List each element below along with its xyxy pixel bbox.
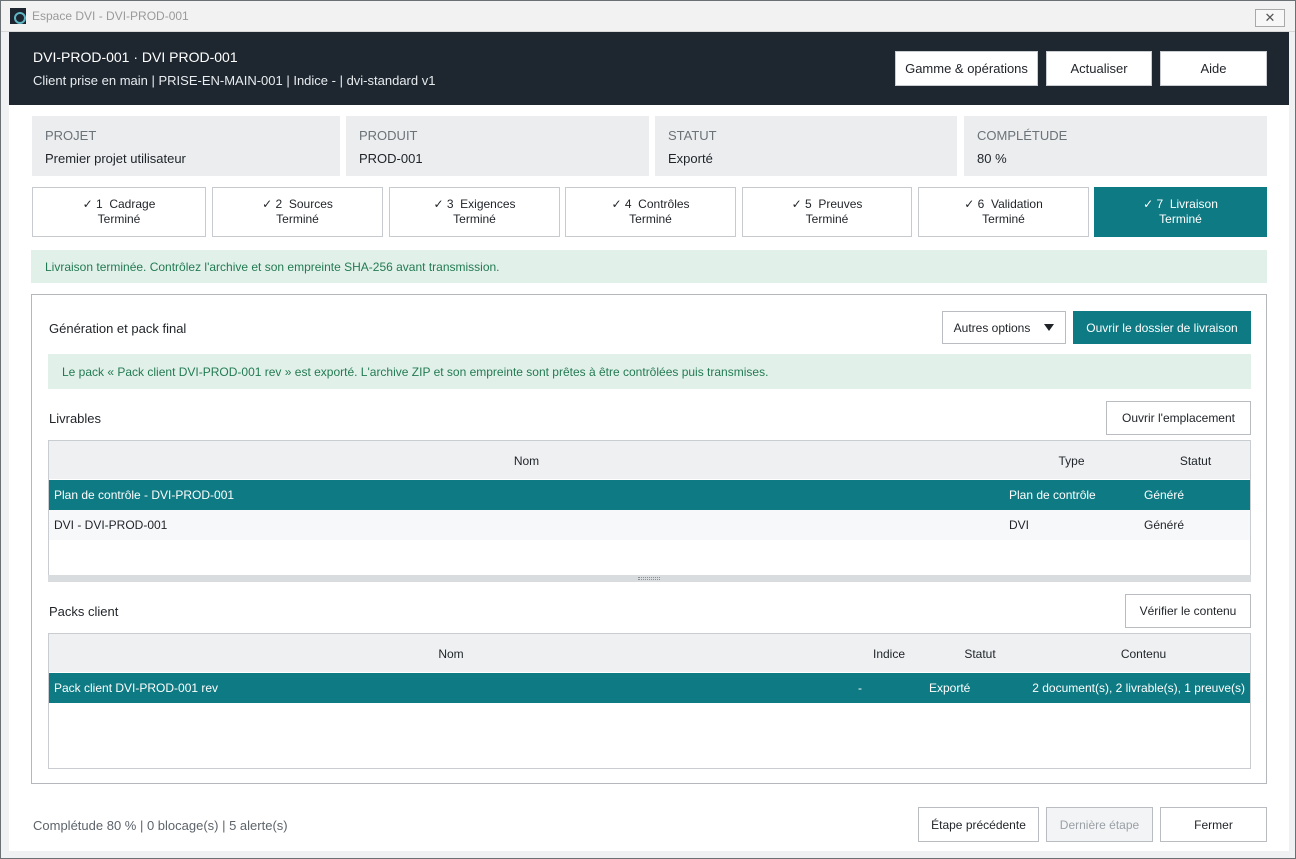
more-options-label: Autres options: [953, 320, 1031, 335]
table-row[interactable]: DVI - DVI-PROD-001 DVI Généré: [49, 510, 1250, 540]
cell-name: Plan de contrôle - DVI-PROD-001: [54, 488, 235, 502]
step-tab-cadrage[interactable]: ✓ 1 Cadrage Terminé: [32, 187, 206, 237]
column-header-index[interactable]: Indice: [853, 634, 925, 672]
column-header-status[interactable]: Statut: [925, 634, 1035, 672]
info-card-project: PROJET Premier projet utilisateur: [32, 116, 340, 176]
cell-status: Généré: [1144, 518, 1185, 532]
pack-status-message: Le pack « Pack client DVI-PROD-001 rev »…: [48, 354, 1251, 389]
verify-content-button[interactable]: Vérifier le contenu: [1125, 594, 1251, 628]
client-packs-table: Nom Indice Statut Contenu Pack client DV…: [48, 633, 1251, 769]
cell-status: Exporté: [929, 681, 971, 695]
close-window-button[interactable]: ✕: [1255, 9, 1285, 27]
table-header: Nom Indice Statut Contenu: [49, 634, 1250, 672]
cell-content: 2 document(s), 2 livrable(s), 1 preuve(s…: [1032, 681, 1245, 695]
info-value: Exporté: [668, 151, 713, 166]
info-value: Premier projet utilisateur: [45, 151, 186, 166]
step-tab-sources[interactable]: ✓ 2 Sources Terminé: [212, 187, 383, 237]
column-header-name[interactable]: Nom: [49, 634, 853, 672]
step-tab-controles[interactable]: ✓ 4 Contrôles Terminé: [565, 187, 736, 237]
table-row[interactable]: Pack client DVI-PROD-001 rev - Exporté 2…: [49, 673, 1250, 703]
cell-name: Pack client DVI-PROD-001 rev: [54, 681, 219, 695]
more-options-dropdown[interactable]: Autres options: [942, 311, 1066, 344]
step-status: Terminé: [982, 212, 1025, 226]
gamme-operations-button[interactable]: Gamme & opérations: [895, 51, 1038, 86]
cell-type: Plan de contrôle: [1009, 488, 1096, 502]
open-location-button[interactable]: Ouvrir l'emplacement: [1106, 401, 1251, 435]
step-status: Terminé: [629, 212, 672, 226]
step-tab-validation[interactable]: ✓ 6 Validation Terminé: [918, 187, 1089, 237]
footer-status: Complétude 80 % | 0 blocage(s) | 5 alert…: [33, 818, 288, 833]
step-tab-exigences[interactable]: ✓ 3 Exigences Terminé: [389, 187, 560, 237]
info-label: COMPLÉTUDE: [977, 128, 1068, 143]
step-status: Terminé: [453, 212, 496, 226]
info-value: 80 %: [977, 151, 1007, 166]
deliverables-title: Livrables: [49, 411, 102, 426]
column-header-type[interactable]: Type: [1004, 441, 1139, 479]
info-card-product: PRODUIT PROD-001: [346, 116, 649, 176]
header-subtitle: Client prise en main | PRISE-EN-MAIN-001…: [33, 73, 436, 88]
last-step-button[interactable]: Dernière étape: [1046, 807, 1153, 842]
step-title: ✓ 3 Exigences: [433, 197, 516, 211]
cell-name: DVI - DVI-PROD-001: [54, 518, 168, 532]
step-status: Terminé: [805, 212, 849, 226]
dvi-window: Espace DVI - DVI-PROD-001 ✕ DVI-PROD-001…: [0, 0, 1296, 859]
step-title: ✓ 4 Contrôles: [611, 197, 690, 211]
step-title: ✓ 5 Preuves: [791, 197, 863, 211]
info-label: STATUT: [668, 128, 717, 143]
info-card-status: STATUT Exporté: [655, 116, 957, 176]
project-header: DVI-PROD-001 · DVI PROD-001 Client prise…: [9, 32, 1289, 105]
app-logo-icon: [10, 8, 26, 24]
refresh-button[interactable]: Actualiser: [1046, 51, 1152, 86]
step-status: Terminé: [276, 212, 319, 226]
column-header-name[interactable]: Nom: [49, 441, 1004, 479]
cell-index: -: [858, 681, 862, 695]
column-header-status[interactable]: Statut: [1139, 441, 1250, 479]
caret-down-icon: [1044, 324, 1055, 331]
delivery-banner: Livraison terminée. Contrôlez l'archive …: [31, 250, 1267, 283]
client-packs-title: Packs client: [49, 604, 119, 619]
help-button[interactable]: Aide: [1160, 51, 1267, 86]
generation-panel: Génération et pack final Autres options …: [31, 294, 1267, 784]
step-status: Terminé: [97, 212, 141, 226]
cell-status: Généré: [1144, 488, 1185, 502]
title-bar: Espace DVI - DVI-PROD-001 ✕: [1, 1, 1295, 32]
split-handle[interactable]: [48, 575, 1251, 582]
table-header: Nom Type Statut: [49, 441, 1250, 479]
step-tab-livraison[interactable]: ✓ 7 Livraison Terminé: [1094, 187, 1267, 237]
info-value: PROD-001: [359, 151, 423, 166]
info-label: PROJET: [45, 128, 97, 143]
cell-type: DVI: [1009, 518, 1030, 532]
window-title: Espace DVI - DVI-PROD-001: [32, 9, 189, 23]
close-button[interactable]: Fermer: [1160, 807, 1267, 842]
table-row[interactable]: Plan de contrôle - DVI-PROD-001 Plan de …: [49, 480, 1250, 510]
previous-step-button[interactable]: Étape précédente: [918, 807, 1039, 842]
step-title: ✓ 6 Validation: [964, 197, 1043, 211]
step-title: ✓ 1 Cadrage: [82, 197, 156, 211]
panel-title: Génération et pack final: [49, 321, 187, 336]
deliverables-table: Nom Type Statut Plan de contrôle - DVI-P…: [48, 440, 1251, 576]
step-title: ✓ 7 Livraison: [1143, 197, 1218, 211]
grip-icon: [638, 577, 660, 580]
info-label: PRODUIT: [359, 128, 418, 143]
column-header-content[interactable]: Contenu: [1035, 634, 1250, 672]
step-title: ✓ 2 Sources: [262, 197, 333, 211]
open-delivery-folder-button[interactable]: Ouvrir le dossier de livraison: [1073, 311, 1251, 344]
info-card-completeness: COMPLÉTUDE 80 %: [964, 116, 1267, 176]
step-tab-preuves[interactable]: ✓ 5 Preuves Terminé: [742, 187, 912, 237]
step-status: Terminé: [1159, 212, 1202, 226]
header-title: DVI-PROD-001 · DVI PROD-001: [33, 49, 238, 65]
